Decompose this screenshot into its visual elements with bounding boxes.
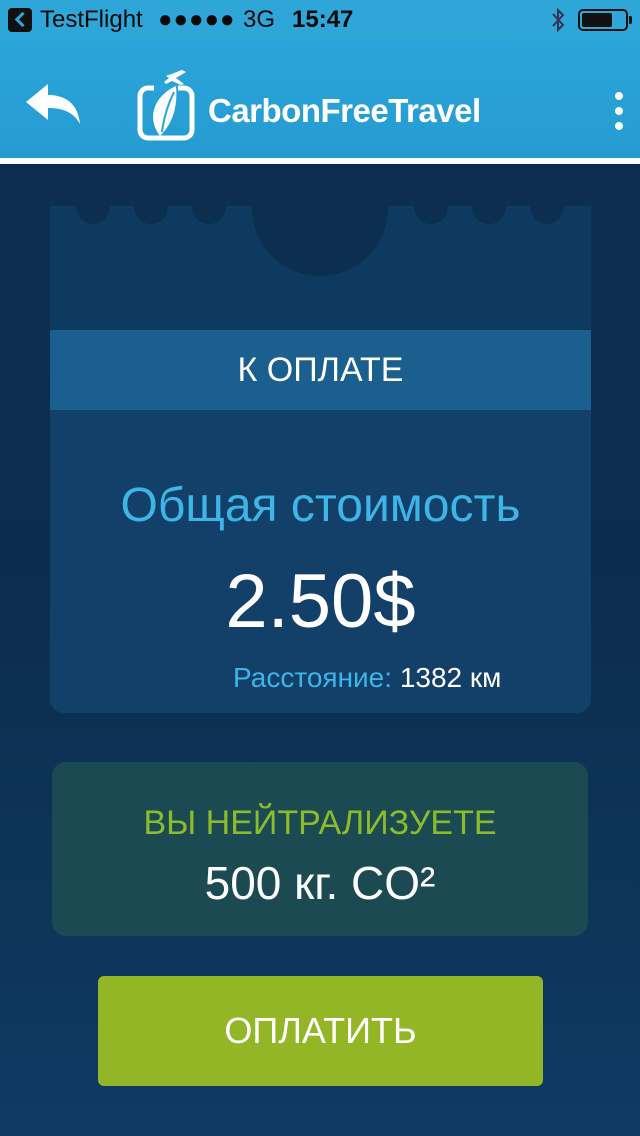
distance-label: Расстояние:: [233, 662, 393, 693]
leaf-plane-logo-icon: [137, 70, 195, 141]
battery-icon: [578, 9, 632, 31]
app-header: CarbonFreeTravel: [0, 40, 640, 158]
carrier-name: TestFlight: [40, 6, 143, 33]
back-arrow-icon[interactable]: [22, 80, 84, 128]
bluetooth-icon: [552, 7, 565, 33]
payment-ticket-card: К ОПЛАТЕ Общая стоимость 2.50$ Расстояни…: [50, 206, 591, 713]
pay-button[interactable]: ОПЛАТИТЬ: [98, 976, 543, 1086]
status-bar: TestFlight ●●●●● 3G 15:47: [0, 0, 640, 40]
total-cost-value: 2.50$: [225, 559, 416, 644]
app-title: CarbonFreeTravel: [208, 92, 481, 129]
distance-row: Расстояние: 1382 км: [233, 662, 501, 694]
signal-strength: ●●●●●: [158, 6, 236, 33]
clock: 15:47: [292, 6, 354, 33]
distance-value: 1382 км: [399, 662, 502, 693]
network-type: 3G: [243, 6, 276, 33]
neutralize-label: ВЫ НЕЙТРАЛИЗУЕТЕ: [143, 804, 497, 842]
to-pay-label: К ОПЛАТЕ: [237, 350, 404, 389]
pay-button-label: ОПЛАТИТЬ: [224, 1010, 417, 1051]
co2-neutralize-card: ВЫ НЕЙТРАЛИЗУЕТЕ 500 кг. CO²: [52, 762, 588, 936]
to-pay-band: К ОПЛАТЕ: [50, 330, 591, 410]
total-cost-label: Общая стоимость: [120, 479, 521, 532]
back-to-app-icon[interactable]: [8, 8, 32, 32]
more-vertical-icon[interactable]: [604, 90, 634, 132]
header-divider: [0, 158, 640, 164]
co2-amount: 500 кг. CO²: [204, 857, 436, 909]
